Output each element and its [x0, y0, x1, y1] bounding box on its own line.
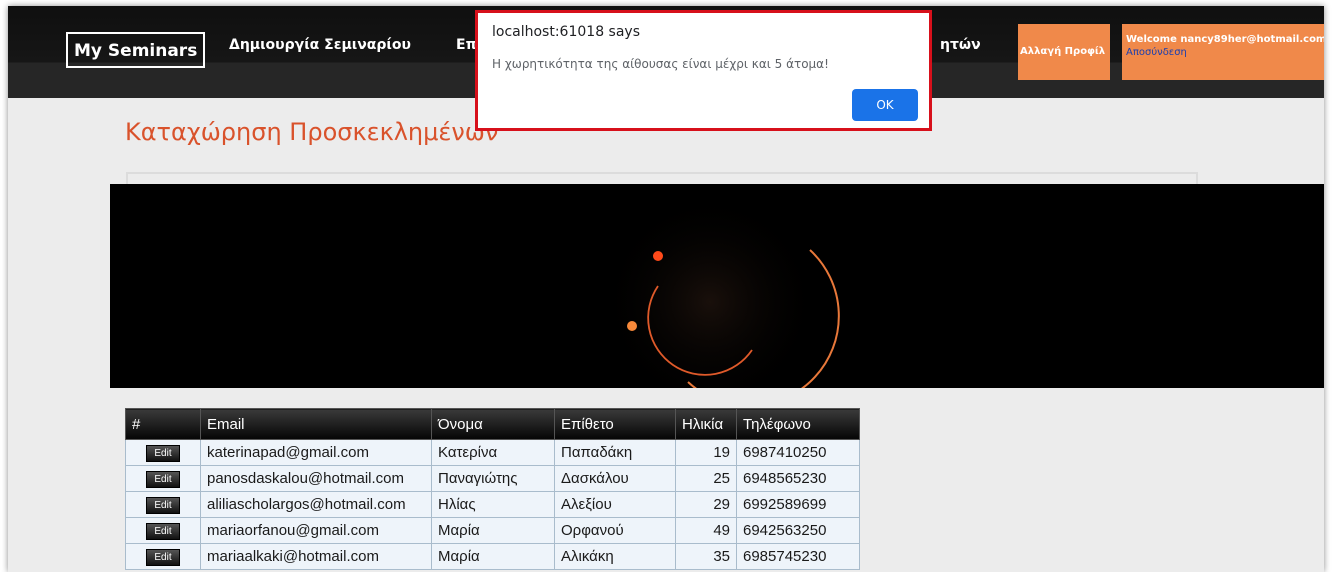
- cell-surname: Αλεξίου: [554, 491, 676, 518]
- logout-link[interactable]: Αποσύνδεση: [1126, 47, 1324, 58]
- cell-phone: 6985745230: [736, 543, 860, 570]
- cell-age: 35: [675, 543, 737, 570]
- table-row: Edit katerinapad@gmail.com Κατερίνα Παπα…: [125, 439, 860, 466]
- page-title: Καταχώρηση Προσκεκλημένων: [125, 118, 499, 146]
- edit-button[interactable]: Edit: [146, 471, 180, 488]
- table-header-row: # Email Όνομα Επίθετο Ηλικία Τηλέφωνο: [125, 408, 860, 440]
- edit-button[interactable]: Edit: [146, 523, 180, 540]
- header-surname: Επίθετο: [554, 408, 676, 440]
- edit-button[interactable]: Edit: [146, 445, 180, 462]
- header-name: Όνομα: [431, 408, 555, 440]
- nav-create-seminar[interactable]: Δημιουργία Σεμιναρίου: [229, 37, 411, 53]
- cell-phone: 6942563250: [736, 517, 860, 544]
- cell-name: Ηλίας: [431, 491, 555, 518]
- cell-name: Κατερίνα: [431, 439, 555, 466]
- change-profile-button[interactable]: Αλλαγή Προφίλ: [1018, 24, 1110, 80]
- cell-phone: 6948565230: [736, 465, 860, 492]
- cell-age: 19: [675, 439, 737, 466]
- cell-age: 29: [675, 491, 737, 518]
- table-row: Edit mariaalkaki@hotmail.com Μαρία Αλικά…: [125, 543, 860, 570]
- table-row: Edit panosdaskalou@hotmail.com Παναγιώτη…: [125, 465, 860, 492]
- cell-email: katerinapad@gmail.com: [200, 439, 432, 466]
- brand-link[interactable]: My Seminars: [66, 32, 206, 68]
- dialog-message: Η χωρητικότητα της αίθουσας είναι μέχρι …: [492, 57, 829, 71]
- cell-age: 49: [675, 517, 737, 544]
- dialog-title: localhost:61018 says: [492, 24, 640, 40]
- spinner-dot-orange: [627, 321, 637, 331]
- cell-email: aliliascholargos@hotmail.com: [200, 491, 432, 518]
- table-row: Edit mariaorfanou@gmail.com Μαρία Ορφανο…: [125, 517, 860, 544]
- cell-email: mariaorfanou@gmail.com: [200, 517, 432, 544]
- cell-name: Παναγιώτης: [431, 465, 555, 492]
- cell-email: panosdaskalou@hotmail.com: [200, 465, 432, 492]
- alert-dialog: localhost:61018 says Η χωρητικότητα της …: [475, 10, 932, 131]
- loading-spinner-icon: [600, 192, 840, 412]
- cell-phone: 6992589699: [736, 491, 860, 518]
- nav-link-participants-partial[interactable]: ητών: [940, 37, 981, 53]
- spinner-dot-red: [653, 251, 663, 261]
- cell-name: Μαρία: [431, 543, 555, 570]
- spinner-glow: [600, 192, 820, 412]
- nav-link-partial[interactable]: Επ: [456, 37, 477, 53]
- cell-surname: Ορφανού: [554, 517, 676, 544]
- cell-surname: Αλικάκη: [554, 543, 676, 570]
- loading-overlay: [110, 184, 1324, 412]
- cell-surname: Δασκάλου: [554, 465, 676, 492]
- cell-surname: Παπαδάκη: [554, 439, 676, 466]
- edit-button[interactable]: Edit: [146, 497, 180, 514]
- cell-phone: 6987410250: [736, 439, 860, 466]
- welcome-text: Welcome nancy89her@hotmail.com: [1126, 34, 1324, 45]
- edit-button[interactable]: Edit: [146, 549, 180, 566]
- ok-button[interactable]: OK: [852, 89, 918, 121]
- header-hash: #: [125, 408, 201, 440]
- welcome-box: Welcome nancy89her@hotmail.com Αποσύνδεσ…: [1122, 24, 1324, 80]
- guests-table: # Email Όνομα Επίθετο Ηλικία Τηλέφωνο Ed…: [125, 408, 860, 570]
- header-phone: Τηλέφωνο: [736, 408, 860, 440]
- cell-email: mariaalkaki@hotmail.com: [200, 543, 432, 570]
- header-age: Ηλικία: [675, 408, 737, 440]
- cell-age: 25: [675, 465, 737, 492]
- header-email: Email: [200, 408, 432, 440]
- table-row: Edit aliliascholargos@hotmail.com Ηλίας …: [125, 491, 860, 518]
- cell-name: Μαρία: [431, 517, 555, 544]
- browser-page: My Seminars Δημιουργία Σεμιναρίου Επ ητώ…: [8, 6, 1324, 572]
